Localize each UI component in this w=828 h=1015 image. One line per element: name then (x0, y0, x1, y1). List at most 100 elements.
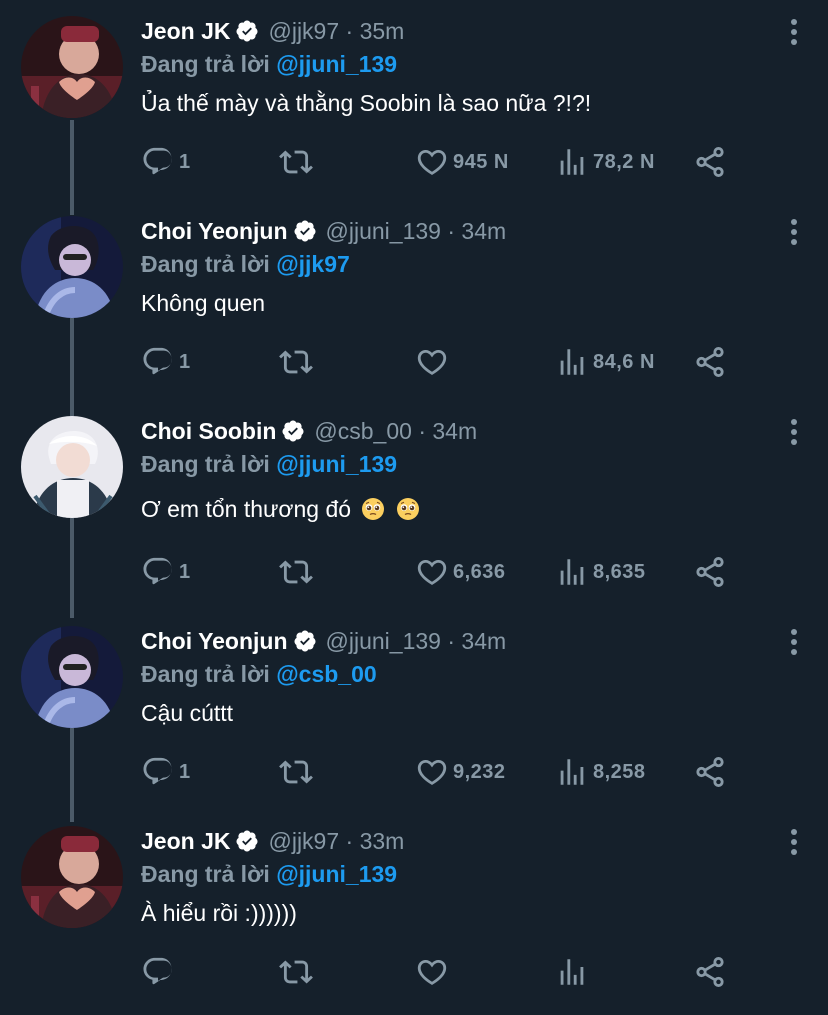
more-options-icon[interactable] (790, 628, 798, 656)
tweet[interactable]: Jeon JK @jjk97 · 33m Đang trả lời @jjuni… (0, 810, 828, 1015)
like-icon (415, 345, 449, 379)
reply-count: 1 (179, 350, 191, 373)
share-icon (693, 755, 727, 789)
tweet[interactable]: Choi Soobin @csb_00 · 34m Đang trả lời @… (0, 400, 828, 605)
avatar[interactable] (21, 826, 123, 928)
share-button[interactable] (693, 142, 727, 182)
reply-button[interactable] (141, 952, 175, 992)
retweet-icon (279, 955, 313, 989)
views-icon (555, 755, 589, 789)
reply-icon (141, 345, 175, 379)
view-count: 84,6 N (593, 350, 655, 373)
display-name[interactable]: Choi Yeonjun (141, 628, 288, 655)
reply-button[interactable]: 1 (141, 752, 191, 792)
more-options-icon[interactable] (790, 218, 798, 246)
mention-link[interactable]: @csb_00 (276, 661, 376, 687)
mention-link[interactable]: @jjk97 (276, 251, 350, 277)
reply-icon (141, 555, 175, 589)
views-icon (555, 345, 589, 379)
verified-badge-icon (293, 629, 317, 653)
like-count: 6,636 (453, 560, 506, 583)
retweet-icon (279, 145, 313, 179)
handle-time[interactable]: @jjuni_139 · 34m (326, 218, 507, 245)
reply-count: 1 (179, 760, 191, 783)
reply-icon (141, 955, 175, 989)
tweet-actions (141, 952, 731, 992)
mention-link[interactable]: @jjuni_139 (276, 51, 397, 77)
share-button[interactable] (693, 342, 727, 382)
tweet-actions: 1 84,6 N (141, 342, 731, 382)
display-name[interactable]: Choi Yeonjun (141, 218, 288, 245)
retweet-button[interactable] (279, 552, 313, 592)
share-icon (693, 555, 727, 589)
tweet-text: Ơ em tổn thương đó (141, 496, 352, 522)
more-options-icon[interactable] (790, 828, 798, 856)
share-button[interactable] (693, 952, 727, 992)
more-options-icon[interactable] (790, 18, 798, 46)
view-count: 8,635 (593, 560, 646, 583)
retweet-icon (279, 345, 313, 379)
handle-time[interactable]: @jjuni_139 · 34m (326, 628, 507, 655)
views-button[interactable]: 8,258 (555, 752, 646, 792)
more-options-icon[interactable] (790, 418, 798, 446)
verified-badge-icon (235, 829, 259, 853)
retweet-icon (279, 755, 313, 789)
like-icon (415, 555, 449, 589)
replying-to: Đang trả lời @jjk97 (141, 248, 781, 280)
tweet[interactable]: Jeon JK @jjk97 · 35m Đang trả lời @jjuni… (0, 0, 828, 205)
reply-icon (141, 755, 175, 789)
share-button[interactable] (693, 752, 727, 792)
tweet-actions: 1 6,636 8,635 (141, 552, 731, 592)
reply-prefix: Đang trả lời (141, 661, 270, 687)
replying-to: Đang trả lời @jjuni_139 (141, 448, 781, 480)
reply-count: 1 (179, 560, 191, 583)
like-button[interactable]: 9,232 (415, 752, 506, 792)
like-button[interactable] (415, 952, 449, 992)
share-button[interactable] (693, 552, 727, 592)
views-icon (555, 555, 589, 589)
reply-button[interactable]: 1 (141, 552, 191, 592)
handle-time[interactable]: @jjk97 · 35m (268, 18, 404, 45)
replying-to: Đang trả lời @csb_00 (141, 658, 781, 690)
reply-prefix: Đang trả lời (141, 451, 270, 477)
mention-link[interactable]: @jjuni_139 (276, 861, 397, 887)
avatar[interactable] (21, 416, 123, 518)
reply-prefix: Đang trả lời (141, 51, 270, 77)
like-count: 9,232 (453, 760, 506, 783)
tweet-actions: 1 945 N 78,2 N (141, 142, 731, 182)
avatar[interactable] (21, 216, 123, 318)
like-button[interactable]: 945 N (415, 142, 509, 182)
reply-prefix: Đang trả lời (141, 861, 270, 887)
reply-icon (141, 145, 175, 179)
like-button[interactable] (415, 342, 453, 382)
retweet-button[interactable] (279, 342, 313, 382)
retweet-button[interactable] (279, 952, 313, 992)
handle-time[interactable]: @jjk97 · 33m (268, 828, 404, 855)
views-icon (555, 955, 589, 989)
views-button[interactable]: 78,2 N (555, 142, 655, 182)
views-button[interactable] (555, 952, 589, 992)
views-button[interactable]: 84,6 N (555, 342, 655, 382)
avatar[interactable] (21, 626, 123, 728)
views-button[interactable]: 8,635 (555, 552, 646, 592)
like-icon (415, 755, 449, 789)
mention-link[interactable]: @jjuni_139 (276, 451, 397, 477)
view-count: 78,2 N (593, 150, 655, 173)
reply-button[interactable]: 1 (141, 342, 191, 382)
pleading-face-emoji-icon (361, 497, 385, 521)
reply-button[interactable]: 1 (141, 142, 191, 182)
replying-to: Đang trả lời @jjuni_139 (141, 858, 781, 890)
display-name[interactable]: Choi Soobin (141, 418, 276, 445)
like-button[interactable]: 6,636 (415, 552, 506, 592)
display-name[interactable]: Jeon JK (141, 18, 230, 45)
tweet[interactable]: Choi Yeonjun @jjuni_139 · 34m Đang trả l… (0, 200, 828, 405)
display-name[interactable]: Jeon JK (141, 828, 230, 855)
avatar[interactable] (21, 16, 123, 118)
retweet-button[interactable] (279, 752, 313, 792)
tweet-actions: 1 9,232 8,258 (141, 752, 731, 792)
share-icon (693, 145, 727, 179)
replying-to: Đang trả lời @jjuni_139 (141, 48, 781, 80)
handle-time[interactable]: @csb_00 · 34m (314, 418, 477, 445)
tweet[interactable]: Choi Yeonjun @jjuni_139 · 34m Đang trả l… (0, 610, 828, 815)
retweet-button[interactable] (279, 142, 313, 182)
